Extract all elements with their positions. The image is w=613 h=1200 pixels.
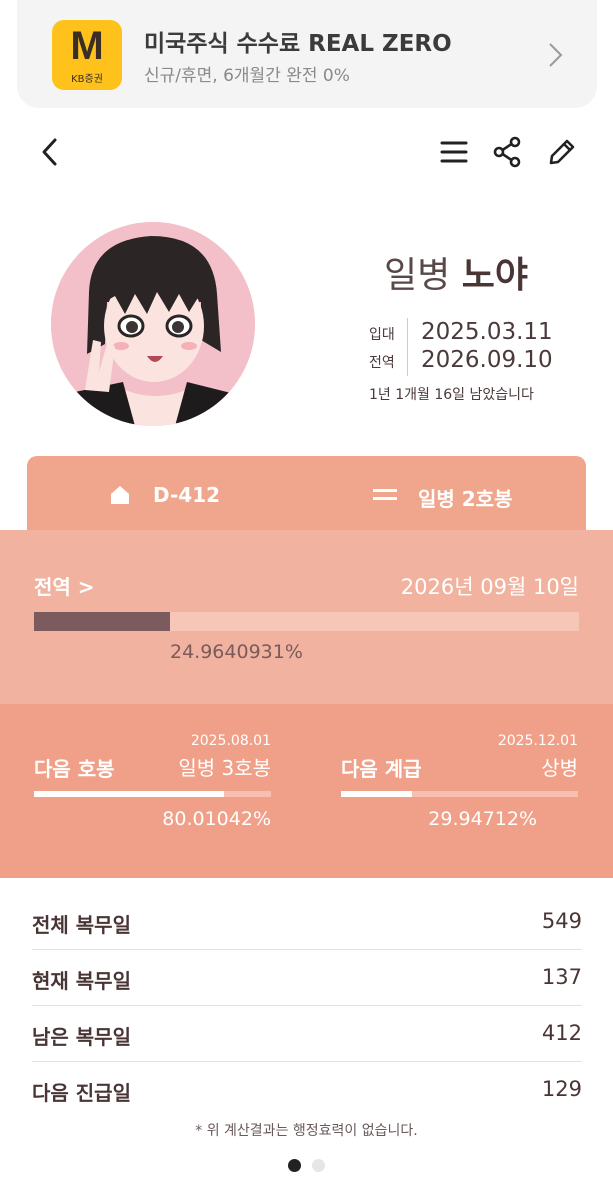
next-step-percent: 80.01042% bbox=[162, 808, 271, 830]
stat-label-current: 현재 복무일 bbox=[32, 969, 131, 993]
next-step-fill bbox=[34, 791, 224, 797]
discharge-label: 전역 bbox=[369, 355, 395, 371]
soldier-name: 일병 노야 bbox=[384, 246, 528, 298]
divider bbox=[32, 949, 582, 950]
dday-text: D-412 bbox=[153, 483, 221, 507]
remaining-text: 1년 1개월 16일 남았습니다 bbox=[369, 387, 534, 403]
enlist-date: 2025.03.11 bbox=[421, 319, 553, 345]
pencil-icon[interactable] bbox=[545, 135, 579, 169]
avatar-illustration bbox=[51, 222, 255, 426]
next-step-label: 다음 호봉 bbox=[34, 757, 115, 781]
stat-value-remaining: 412 bbox=[541, 1021, 582, 1045]
discharge-progress-fill bbox=[34, 612, 171, 631]
stat-value-total: 549 bbox=[541, 909, 582, 933]
disclaimer-note: * 위 계산결과는 행정효력이 없습니다. bbox=[195, 1123, 418, 1139]
stat-value-next-promotion: 129 bbox=[541, 1077, 582, 1101]
stat-label-remaining: 남은 복무일 bbox=[32, 1025, 131, 1049]
divider bbox=[32, 1061, 582, 1062]
ad-title: 미국주식 수수료 REAL ZERO bbox=[144, 31, 452, 57]
stat-value-current: 137 bbox=[541, 965, 582, 989]
hamburger-icon[interactable] bbox=[437, 135, 471, 169]
home-icon bbox=[111, 486, 129, 504]
share-icon[interactable] bbox=[490, 135, 524, 169]
discharge-percent: 24.9640931% bbox=[170, 641, 303, 663]
stat-label-total: 전체 복무일 bbox=[32, 913, 131, 937]
equals-icon bbox=[373, 489, 397, 500]
divider bbox=[32, 1005, 582, 1006]
page-dot-2[interactable] bbox=[312, 1159, 325, 1172]
logo-caption: KB증권 bbox=[71, 74, 103, 85]
page-dot-1[interactable] bbox=[288, 1159, 301, 1172]
next-rank-percent: 29.94712% bbox=[428, 808, 537, 830]
divider-vertical bbox=[407, 318, 408, 376]
rank-text: 일병 bbox=[384, 255, 451, 296]
chevron-right-icon[interactable] bbox=[545, 40, 565, 70]
next-rank-label: 다음 계급 bbox=[341, 757, 422, 781]
stat-label-next-promotion: 다음 진급일 bbox=[32, 1081, 131, 1105]
discharge-full-date: 2026년 09월 10일 bbox=[400, 575, 579, 599]
ad-subtitle: 신규/휴면, 6개월간 완전 0% bbox=[144, 66, 350, 86]
next-step-value: 일병 3호봉 bbox=[178, 756, 271, 780]
avatar bbox=[51, 222, 255, 426]
discharge-date: 2026.09.10 bbox=[421, 347, 553, 373]
next-rank-date: 2025.12.01 bbox=[497, 733, 578, 749]
discharge-link[interactable]: 전역 > bbox=[34, 571, 95, 600]
kb-logo: M KB증권 bbox=[52, 20, 122, 90]
logo-letter: M bbox=[70, 24, 104, 68]
next-rank-value: 상병 bbox=[541, 756, 578, 780]
next-rank-fill bbox=[341, 791, 412, 797]
chevron-left-icon[interactable] bbox=[33, 135, 67, 169]
grade-text: 일병 2호봉 bbox=[418, 487, 513, 511]
next-step-date: 2025.08.01 bbox=[190, 733, 271, 749]
name-text: 노야 bbox=[461, 255, 528, 296]
enlist-label: 입대 bbox=[369, 327, 395, 343]
ad-banner[interactable]: M KB증권 미국주식 수수료 REAL ZERO 신규/휴면, 6개월간 완전… bbox=[17, 0, 597, 108]
